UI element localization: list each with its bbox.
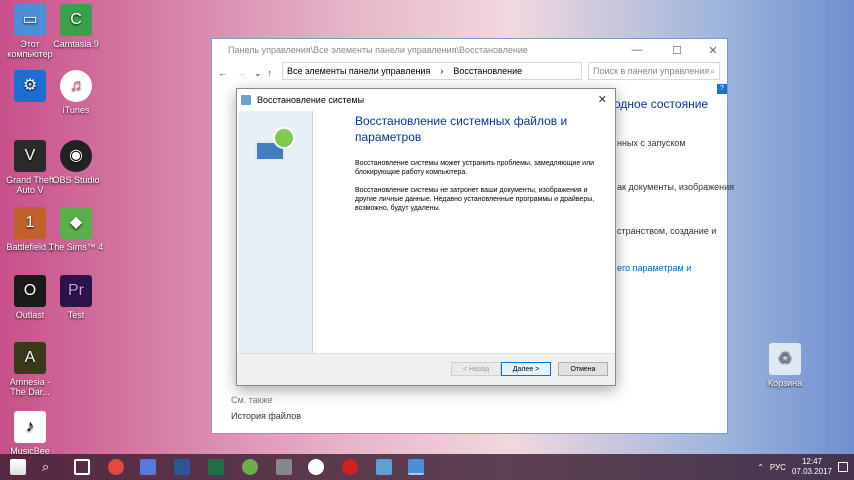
control-panel-taskbar-icon[interactable] (408, 459, 424, 475)
app-icon[interactable] (140, 459, 156, 475)
search-placeholder: Поиск в панели управления (593, 66, 710, 76)
obs-icon: ◉ (60, 140, 92, 172)
address-bar[interactable]: Все элементы панели управления › Восстан… (282, 62, 582, 80)
desktop-icon-label: Amnesia - The Dar... (9, 377, 51, 397)
back-arrow-icon[interactable]: ← (218, 68, 227, 78)
search-icon[interactable]: ⌕ (42, 459, 58, 475)
cancel-button[interactable]: Отмена (558, 362, 608, 376)
start-button[interactable] (10, 459, 26, 475)
taskbar: ⌕ ⌃ РУС 12:47 07.03.2017 (0, 454, 854, 480)
window-title: Панель управления\Все элементы панели уп… (228, 45, 528, 55)
desktop-icon-amnesia[interactable]: A Amnesia - The Dar... (0, 342, 60, 397)
system-restore-icon (255, 127, 295, 167)
sims-icon: ◆ (60, 207, 92, 239)
forward-arrow-icon[interactable]: → (237, 68, 246, 78)
maximize-button[interactable]: ☐ (660, 41, 694, 59)
file-history-link[interactable]: История файлов (231, 411, 301, 421)
word-icon[interactable] (174, 459, 190, 475)
battlefield-icon: 1 (14, 207, 46, 239)
text-fragment: странством, создание и (617, 226, 717, 236)
desktop-icon-test[interactable]: Pr Test (46, 275, 106, 320)
up-arrow-icon[interactable]: ↑ (268, 68, 273, 78)
amnesia-icon: A (14, 342, 46, 374)
language-indicator[interactable]: РУС (770, 463, 786, 472)
itunes-icon: ♫ (60, 70, 92, 102)
desktop-icon-label: OBS Studio (52, 175, 100, 185)
camtasia-icon: C (60, 4, 92, 36)
help-icon[interactable]: ? (717, 84, 727, 94)
app-icon[interactable] (242, 459, 258, 475)
desktop-icon-label: Корзина (767, 378, 803, 388)
settings-icon: ⚙ (14, 70, 46, 102)
clock-date: 07.03.2017 (791, 467, 832, 476)
desktop-icon-label: Test (67, 310, 85, 320)
media-icon[interactable] (276, 459, 292, 475)
chevron-right-icon: › (440, 66, 444, 76)
chevron-down-icon[interactable]: ⌄ (254, 68, 262, 79)
text-fragment: ак документы, изображения (617, 182, 735, 192)
desktop-icon-label: Outlast (15, 310, 45, 320)
dialog-title: Восстановление системы (257, 95, 365, 105)
close-button[interactable]: ✕ (598, 93, 607, 106)
desktop-icon-itunes[interactable]: ♫ iTunes (46, 70, 106, 115)
record-icon[interactable] (342, 459, 358, 475)
outlast-icon: O (14, 275, 46, 307)
notification-icon[interactable] (838, 462, 848, 472)
clock[interactable]: 12:47 07.03.2017 (792, 457, 832, 477)
dialog-footer: < Назад Далее > Отмена (237, 353, 615, 385)
gta-icon: V (14, 140, 46, 172)
dialog-heading: Восстановление системных файлов и параме… (355, 114, 568, 144)
minimize-button[interactable]: — (620, 41, 654, 59)
restore-small-icon (241, 95, 251, 105)
window-titlebar[interactable]: Панель управления\Все элементы панели уп… (212, 39, 727, 61)
desktop-icon-camtasia[interactable]: C Camtasia 9 (46, 4, 106, 49)
computer-icon: ▭ (14, 4, 46, 36)
close-button[interactable]: ✕ (696, 41, 730, 59)
premiere-icon: Pr (60, 275, 92, 307)
see-also-label: См. также (231, 395, 273, 405)
system-restore-dialog[interactable]: Восстановление системы ✕ Восстановление … (236, 88, 616, 386)
next-button[interactable]: Далее > (501, 362, 551, 376)
recycle-bin-icon: ♻ (769, 343, 801, 375)
address-part[interactable]: Все элементы панели управления (287, 66, 430, 76)
system-tray: ⌃ РУС 12:47 07.03.2017 (757, 454, 848, 480)
task-view-icon[interactable] (74, 459, 90, 475)
dialog-paragraph: Восстановление системы не затронет ваши … (355, 187, 595, 212)
address-part[interactable]: Восстановление (453, 66, 522, 76)
dialog-paragraph: Восстановление системы может устранить п… (355, 160, 595, 176)
desktop-icon-label: Camtasia 9 (53, 39, 99, 49)
app-icon[interactable] (376, 459, 392, 475)
musicbee-icon: ♪ (14, 411, 46, 443)
chrome-icon[interactable] (108, 459, 124, 475)
desktop-icon-obs[interactable]: ◉ OBS Studio (46, 140, 106, 185)
dialog-titlebar[interactable]: Восстановление системы ✕ (237, 89, 615, 111)
back-button[interactable]: < Назад (451, 362, 501, 376)
chevron-up-icon[interactable]: ⌃ (757, 463, 764, 472)
clock-time: 12:47 (801, 457, 822, 466)
excel-icon[interactable] (208, 459, 224, 475)
search-icon: ⌕ (709, 65, 715, 76)
wizard-side-panel (239, 111, 313, 354)
yandex-browser-icon[interactable] (308, 459, 324, 475)
desktop-icon-label: The Sims™ 4 (48, 242, 104, 252)
desktop-icon-sims[interactable]: ◆ The Sims™ 4 (46, 207, 106, 252)
dialog-body: Восстановление системных файлов и параме… (355, 113, 605, 222)
desktop-icon-musicbee[interactable]: ♪ MusicBee (0, 411, 60, 456)
page-heading-fragment: одное состояние (614, 97, 709, 111)
desktop-icon-label: iTunes (62, 105, 90, 115)
text-fragment: нных с запуском (617, 138, 686, 148)
desktop-icon-recycle-bin[interactable]: ♻ Корзина (755, 343, 815, 388)
link-fragment[interactable]: его параметрам и (617, 263, 691, 273)
search-input[interactable]: Поиск в панели управления ⌕ (588, 62, 720, 80)
